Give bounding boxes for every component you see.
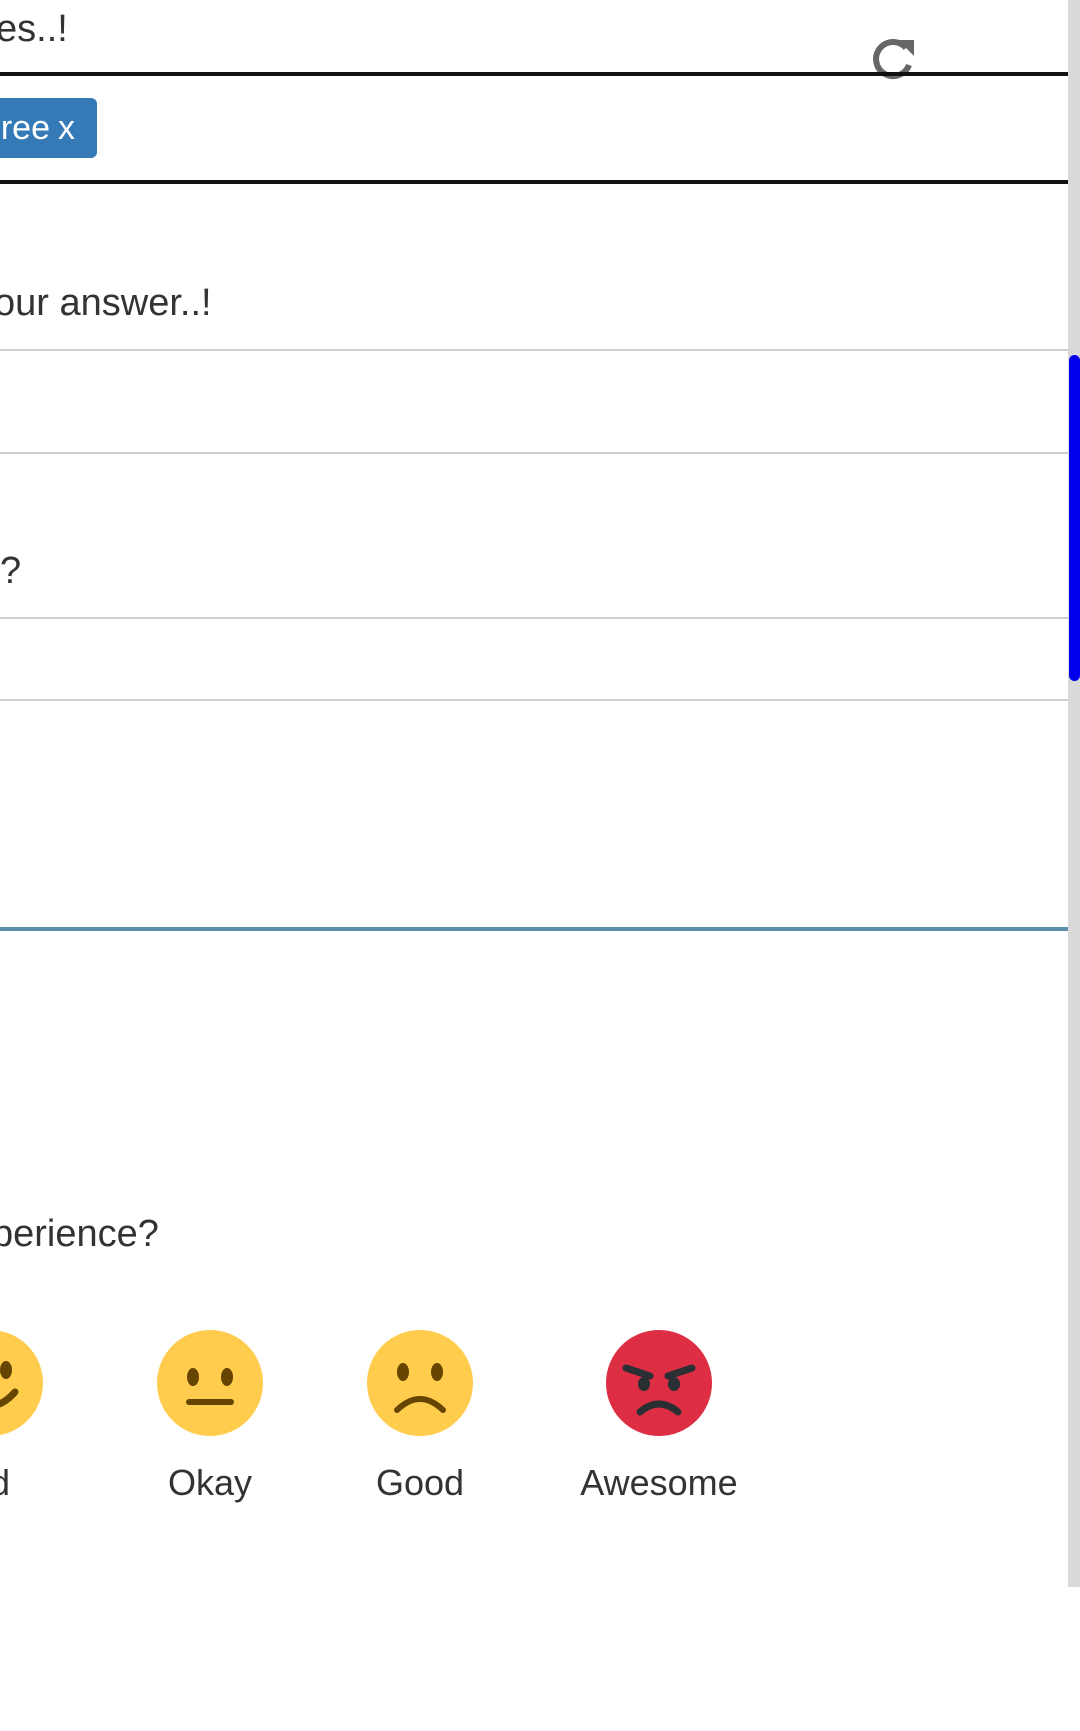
question-label-2: our answer..! bbox=[0, 282, 212, 324]
question-label-3: ? bbox=[0, 550, 22, 592]
rating-option-good[interactable]: Good bbox=[320, 1330, 520, 1504]
rating-option-awesome[interactable]: Awesome bbox=[559, 1330, 759, 1504]
answer-text-input-2[interactable] bbox=[0, 619, 1068, 699]
tag-remove-button[interactable]: x bbox=[58, 109, 75, 147]
frown-face-emoji-icon bbox=[367, 1330, 473, 1436]
answer-field-bottom-border bbox=[0, 452, 1068, 454]
answer-text-input[interactable] bbox=[0, 351, 1068, 452]
scrollbar-thumb[interactable] bbox=[1069, 355, 1080, 681]
textarea-input[interactable] bbox=[0, 701, 1068, 927]
smile-emoji-icon bbox=[0, 1330, 43, 1436]
section-divider bbox=[0, 927, 1068, 931]
tag-chip-text: ree bbox=[0, 109, 50, 147]
question-label-4: perience? bbox=[0, 1213, 159, 1255]
rating-label-good: Good bbox=[375, 1462, 465, 1503]
question-label-1: es..! bbox=[0, 8, 68, 50]
tag-chip[interactable]: ree x bbox=[0, 98, 97, 158]
scrollbar-track[interactable] bbox=[1068, 0, 1080, 1587]
rating-label-okay: Okay bbox=[167, 1462, 253, 1503]
rating-option-okay[interactable]: Okay bbox=[110, 1330, 310, 1504]
rating-label-awesome: Awesome bbox=[580, 1462, 738, 1503]
rating-label-bad: ad bbox=[0, 1462, 90, 1504]
neutral-face-emoji-icon bbox=[157, 1330, 263, 1436]
tag-input-field[interactable]: ree x bbox=[0, 76, 1068, 180]
rating-option-bad[interactable]: ad bbox=[0, 1330, 90, 1504]
angry-face-emoji-icon bbox=[606, 1330, 712, 1436]
tag-field-bottom-border bbox=[0, 180, 1068, 184]
survey-page: es..! reex our answer..! ? perience? ad bbox=[0, 0, 1080, 1731]
